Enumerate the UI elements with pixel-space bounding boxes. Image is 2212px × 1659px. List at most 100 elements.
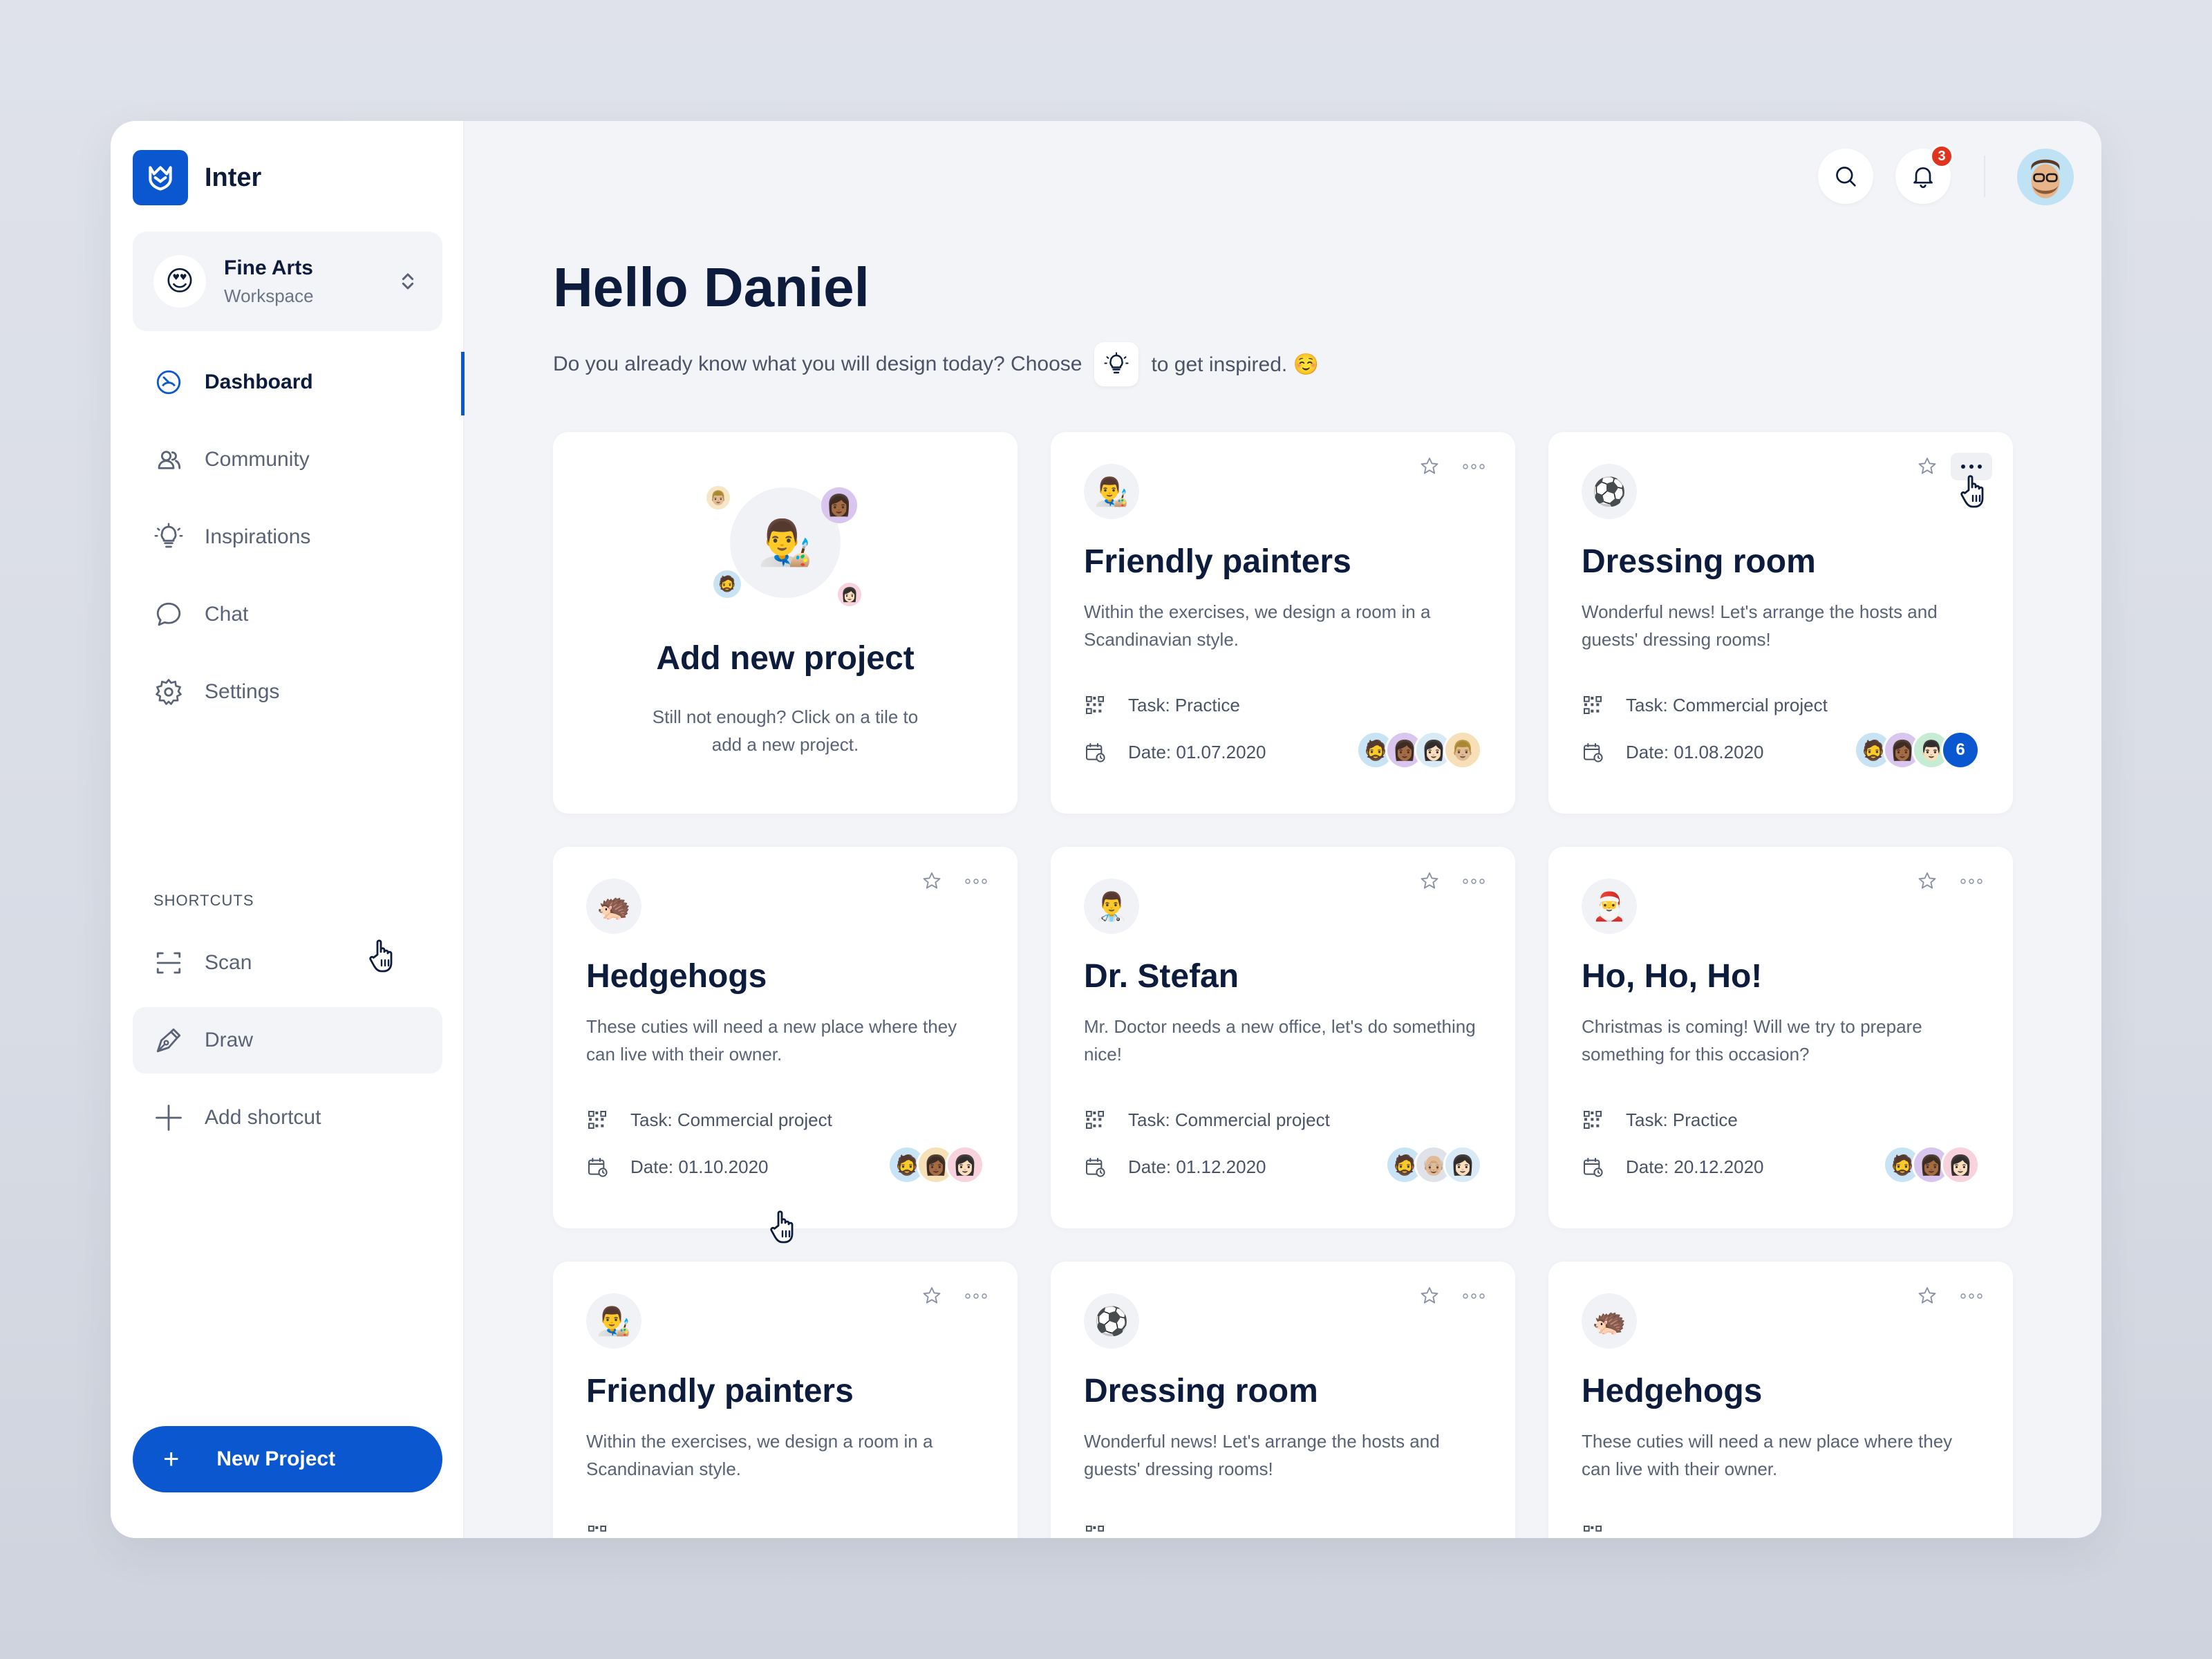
add-project-title: Add new project: [656, 640, 915, 677]
search-button[interactable]: [1818, 149, 1873, 204]
workspace-switcher[interactable]: 😍 Fine Arts Workspace: [133, 232, 442, 331]
more-options-icon[interactable]: [1453, 453, 1494, 480]
more-options-icon[interactable]: [1951, 868, 1992, 895]
painter-emoji-icon: 👨‍🎨: [586, 1293, 641, 1349]
topbar-divider: [1984, 156, 1985, 197]
project-date: Date: 20.12.2020: [1582, 1155, 1764, 1179]
shortcut-draw[interactable]: Draw: [133, 1007, 442, 1074]
avatar-floater: 👨🏼: [706, 486, 730, 509]
hand-cursor-icon: [1960, 475, 1984, 508]
shortcut-label: Draw: [205, 1029, 254, 1051]
brand-name: Inter: [205, 162, 262, 192]
nav-item-settings[interactable]: Settings: [133, 659, 442, 725]
more-members-count[interactable]: 6: [1941, 731, 1980, 769]
qr-grid-icon: [1084, 693, 1107, 717]
nav-label: Inspirations: [205, 525, 311, 548]
project-title: Hedgehogs: [1582, 1373, 1763, 1409]
soccer-ball-icon: ⚽: [1582, 464, 1637, 519]
notifications-button[interactable]: 3: [1895, 144, 1953, 204]
project-description: Wonderful news! Let's arrange the hosts …: [1084, 1431, 1440, 1479]
user-avatar-icon: [2017, 149, 2074, 205]
star-icon[interactable]: [1416, 868, 1443, 895]
avatar-floater: 🧔: [713, 570, 741, 598]
project-title: Friendly painters: [586, 1373, 854, 1409]
more-options-icon[interactable]: [955, 868, 997, 895]
project-date: Date: 01.08.2020: [1582, 740, 1764, 764]
project-task: Task: Commercial project: [1582, 693, 1828, 717]
qr-grid-icon: [1582, 1523, 1605, 1538]
star-icon[interactable]: [918, 868, 946, 895]
star-icon[interactable]: [1913, 1282, 1941, 1310]
project-task: [1084, 1523, 1128, 1538]
project-description: Within the exercises, we design a room i…: [586, 1431, 933, 1479]
task-label: Task: Commercial project: [1626, 694, 1828, 715]
calendar-icon: [1084, 1155, 1107, 1179]
lightbulb-icon: [153, 522, 184, 552]
soccer-ball-icon: ⚽: [1084, 1293, 1139, 1349]
notification-count-badge: 3: [1930, 144, 1953, 168]
project-description: These cuties will need a new place where…: [586, 1016, 957, 1065]
project-card[interactable]: 🎅 Ho, Ho, Ho! Christmas is coming! Will …: [1548, 847, 2013, 1228]
nav-item-community[interactable]: Community: [133, 427, 442, 493]
brand[interactable]: Inter: [133, 150, 261, 205]
project-description: Christmas is coming! Will we try to prep…: [1582, 1016, 1922, 1065]
nav-label: Chat: [205, 603, 249, 626]
project-card[interactable]: 👨‍🎨 Friendly painters Within the exercis…: [1051, 432, 1515, 814]
shortcut-label: Scan: [205, 951, 252, 974]
more-options-icon[interactable]: [1453, 1282, 1494, 1310]
project-card[interactable]: 👨‍⚕️ Dr. Stefan Mr. Doctor needs a new o…: [1051, 847, 1515, 1228]
nav-item-chat[interactable]: Chat: [133, 581, 442, 648]
qr-grid-icon: [1582, 1108, 1605, 1132]
calendar-icon: [1084, 740, 1107, 764]
workspace-avatar: 😍: [153, 255, 206, 308]
subtitle: Do you already know what you will design…: [553, 342, 1319, 386]
member-avatar: 👨🏼: [1443, 731, 1482, 769]
main-nav: Dashboard Community Inspirations Chat Se…: [133, 349, 465, 736]
project-title: Dr. Stefan: [1084, 958, 1239, 995]
qr-grid-icon: [1582, 693, 1605, 717]
project-card[interactable]: 👨‍🎨 Friendly painters Within the exercis…: [553, 1262, 1018, 1538]
shortcut-add[interactable]: Add shortcut: [133, 1085, 442, 1151]
date-label: Date: 01.07.2020: [1128, 741, 1266, 762]
project-description: Mr. Doctor needs a new office, let's do …: [1084, 1016, 1476, 1065]
date-label: Date: 01.10.2020: [630, 1156, 769, 1177]
project-date: Date: 01.12.2020: [1084, 1155, 1266, 1179]
task-label: Task: Commercial project: [630, 1109, 832, 1130]
gear-icon: [153, 677, 184, 707]
qr-grid-icon: [586, 1108, 610, 1132]
project-card[interactable]: ⚽ Dressing room Wonderful news! Let's ar…: [1051, 1262, 1515, 1538]
star-icon[interactable]: [1913, 868, 1941, 895]
star-icon[interactable]: [918, 1282, 946, 1310]
star-icon[interactable]: [1416, 453, 1443, 480]
member-avatars: 🧔 👴🏼 👩🏻: [1385, 1145, 1482, 1184]
project-card[interactable]: 🦔 Hedgehogs These cuties will need a new…: [553, 847, 1018, 1228]
project-card[interactable]: 🦔 Hedgehogs These cuties will need a new…: [1548, 1262, 2013, 1538]
subtitle-text-end: to get inspired. ☺️: [1151, 353, 1319, 376]
more-options-icon[interactable]: [1951, 1282, 1992, 1310]
chevron-updown-icon: [402, 273, 414, 290]
nav-item-dashboard[interactable]: Dashboard: [133, 349, 465, 415]
page-title: Hello Daniel: [553, 256, 870, 318]
bell-icon: [1913, 167, 1933, 189]
star-icon[interactable]: [1913, 453, 1941, 480]
project-task: Task: Commercial project: [1084, 1108, 1330, 1132]
more-options-icon[interactable]: [955, 1282, 997, 1310]
chat-icon: [153, 599, 184, 630]
new-project-button[interactable]: + New Project: [133, 1426, 442, 1492]
plus-icon: [153, 1103, 184, 1133]
project-description: These cuties will need a new place where…: [1582, 1431, 1953, 1479]
nav-label: Settings: [205, 680, 280, 703]
project-card[interactable]: ⚽ Dressing room Wonderful news! Let's ar…: [1548, 432, 2013, 814]
inspire-button[interactable]: [1094, 342, 1139, 386]
add-project-card[interactable]: 👨‍🎨 👨🏼 👩🏾 🧔 👩🏻 Add new project Still not…: [553, 432, 1018, 814]
qr-grid-icon: [586, 1523, 610, 1538]
calendar-icon: [1582, 1155, 1605, 1179]
star-icon[interactable]: [1416, 1282, 1443, 1310]
nav-label: Dashboard: [205, 371, 313, 393]
qr-grid-icon: [1084, 1108, 1107, 1132]
subtitle-text: Do you already know what you will design…: [553, 353, 1082, 375]
user-avatar[interactable]: [2017, 149, 2074, 205]
nav-item-inspirations[interactable]: Inspirations: [133, 504, 442, 570]
hedgehog-icon: 🦔: [1582, 1293, 1637, 1349]
more-options-icon[interactable]: [1453, 868, 1494, 895]
